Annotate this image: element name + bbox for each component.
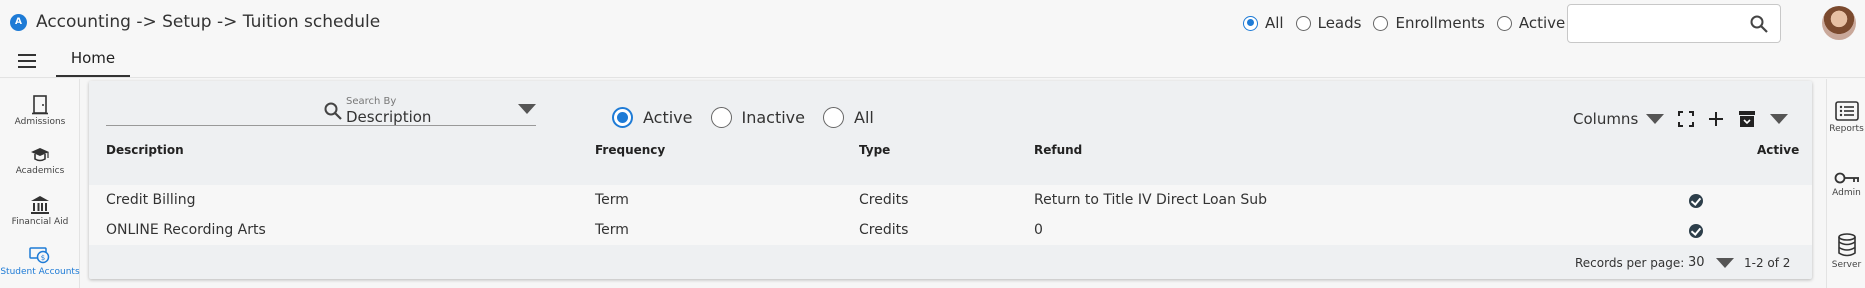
app-logo-icon[interactable]: A bbox=[10, 14, 27, 31]
sidebar-item-label: Reports bbox=[1829, 124, 1864, 134]
filter-all-label: All bbox=[1265, 14, 1284, 32]
sidebar-item-label: Financial Aid bbox=[11, 217, 69, 227]
pagination-range: 1-2 of 2 bbox=[1744, 256, 1791, 270]
sidebar-item-reports[interactable]: Reports bbox=[1827, 101, 1865, 134]
radio-selected-icon[interactable] bbox=[1243, 15, 1258, 31]
global-search-input[interactable] bbox=[1567, 4, 1781, 43]
door-icon bbox=[32, 95, 48, 115]
search-by-label: Search By bbox=[346, 96, 397, 107]
chevron-down-icon[interactable] bbox=[1646, 114, 1665, 124]
cell-refund: 0 bbox=[1034, 222, 1043, 238]
cell-description: ONLINE Recording Arts bbox=[106, 222, 266, 238]
cell-type: Credits bbox=[859, 222, 909, 238]
search-icon bbox=[324, 102, 342, 120]
sidebar-item-label: Student Accounts bbox=[0, 267, 80, 277]
sidebar-item-academics[interactable]: Academics bbox=[0, 146, 80, 176]
filter-enrollments[interactable]: Enrollments bbox=[1373, 14, 1485, 32]
search-icon[interactable] bbox=[1750, 15, 1768, 33]
status-filter: Active Inactive All bbox=[612, 107, 892, 128]
chevron-down-icon[interactable] bbox=[1716, 258, 1734, 268]
table-row[interactable]: Credit Billing Term Credits Return to Ti… bbox=[89, 185, 1812, 215]
breadcrumb: Accounting -> Setup -> Tuition schedule bbox=[36, 12, 381, 32]
filter-leads[interactable]: Leads bbox=[1295, 14, 1362, 32]
sidebar-item-financial-aid[interactable]: Financial Aid bbox=[0, 195, 80, 227]
table-row[interactable]: ONLINE Recording Arts Term Credits 0 bbox=[89, 215, 1812, 245]
hamburger-menu-icon[interactable] bbox=[18, 54, 36, 68]
cell-type: Credits bbox=[859, 192, 909, 208]
radio-icon[interactable] bbox=[823, 107, 844, 128]
filter-active-label: Active bbox=[1518, 14, 1566, 32]
graduation-cap-icon bbox=[31, 148, 49, 162]
svg-text:$: $ bbox=[41, 254, 45, 262]
sidebar-item-admin[interactable]: Admin bbox=[1827, 171, 1865, 198]
status-all-label: All bbox=[854, 108, 874, 127]
bank-icon bbox=[31, 196, 49, 214]
status-all[interactable]: All bbox=[823, 107, 874, 128]
radio-icon[interactable] bbox=[710, 107, 732, 128]
cell-refund: Return to Title IV Direct Loan Sub bbox=[1034, 192, 1268, 208]
radio-icon[interactable] bbox=[1295, 15, 1311, 31]
column-header-description[interactable]: Description bbox=[106, 143, 184, 157]
column-header-frequency[interactable]: Frequency bbox=[595, 143, 665, 157]
sidebar-item-label: Academics bbox=[15, 166, 65, 176]
sidebar-item-label: Server bbox=[1831, 260, 1862, 270]
cell-frequency: Term bbox=[595, 222, 629, 238]
filter-leads-label: Leads bbox=[1317, 14, 1362, 32]
table-footer: Records per page: 30 1-2 of 2 bbox=[89, 245, 1812, 279]
sidebar-item-server[interactable]: Server bbox=[1827, 233, 1865, 270]
active-check-icon bbox=[1689, 224, 1703, 238]
entity-filter: All Leads Enrollments Active bbox=[1243, 13, 1577, 33]
records-per-page-label: Records per page: bbox=[1575, 256, 1685, 270]
more-options-icon[interactable] bbox=[1770, 114, 1789, 124]
columns-button[interactable]: Columns bbox=[1573, 110, 1638, 128]
tab-home[interactable]: Home bbox=[56, 46, 130, 77]
radio-icon[interactable] bbox=[1496, 15, 1512, 31]
filter-all[interactable]: All bbox=[1243, 14, 1284, 32]
tabs-bar: Home bbox=[0, 46, 1865, 78]
database-icon bbox=[1837, 233, 1856, 257]
list-icon bbox=[1834, 101, 1859, 121]
filter-active[interactable]: Active bbox=[1496, 14, 1566, 32]
sidebar-item-student-accounts[interactable]: $ Student Accounts bbox=[0, 245, 80, 277]
sidebar-item-label: Admin bbox=[1832, 188, 1861, 198]
column-header-refund[interactable]: Refund bbox=[1034, 143, 1082, 157]
archive-icon[interactable] bbox=[1738, 110, 1756, 128]
column-header-active[interactable]: Active bbox=[1757, 143, 1799, 157]
chevron-down-icon[interactable] bbox=[518, 104, 536, 114]
status-active[interactable]: Active bbox=[612, 107, 693, 128]
top-bar: A Accounting -> Setup -> Tuition schedul… bbox=[0, 0, 1865, 46]
active-check-icon bbox=[1689, 194, 1703, 208]
filter-enrollments-label: Enrollments bbox=[1395, 14, 1485, 32]
status-inactive[interactable]: Inactive bbox=[710, 107, 806, 128]
column-header-type[interactable]: Type bbox=[859, 143, 890, 157]
status-active-label: Active bbox=[643, 108, 693, 127]
user-avatar[interactable] bbox=[1822, 6, 1856, 40]
table-header: Description Frequency Type Refund Active bbox=[89, 141, 1812, 166]
add-icon[interactable] bbox=[1708, 111, 1724, 127]
search-by-value: Description bbox=[346, 108, 432, 126]
cell-frequency: Term bbox=[595, 192, 629, 208]
money-icon: $ bbox=[29, 247, 50, 264]
radio-icon[interactable] bbox=[1373, 15, 1389, 31]
status-inactive-label: Inactive bbox=[741, 108, 806, 127]
left-sidebar: Admissions Academics Financial Aid $ Stu… bbox=[0, 79, 80, 288]
sidebar-item-admissions[interactable]: Admissions bbox=[0, 95, 80, 127]
tuition-schedule-panel: Search By Description Active Inactive Al… bbox=[89, 81, 1812, 279]
right-sidebar: Reports Admin Server bbox=[1826, 79, 1865, 288]
fullscreen-icon[interactable] bbox=[1678, 111, 1695, 127]
radio-selected-icon[interactable] bbox=[612, 107, 633, 128]
table-toolbar: Columns bbox=[1573, 107, 1789, 131]
cell-description: Credit Billing bbox=[106, 192, 196, 208]
sidebar-item-label: Admissions bbox=[14, 117, 66, 127]
search-by-field[interactable]: Search By Description bbox=[106, 94, 536, 126]
key-icon bbox=[1834, 172, 1859, 184]
records-per-page-select[interactable]: 30 bbox=[1688, 255, 1705, 270]
